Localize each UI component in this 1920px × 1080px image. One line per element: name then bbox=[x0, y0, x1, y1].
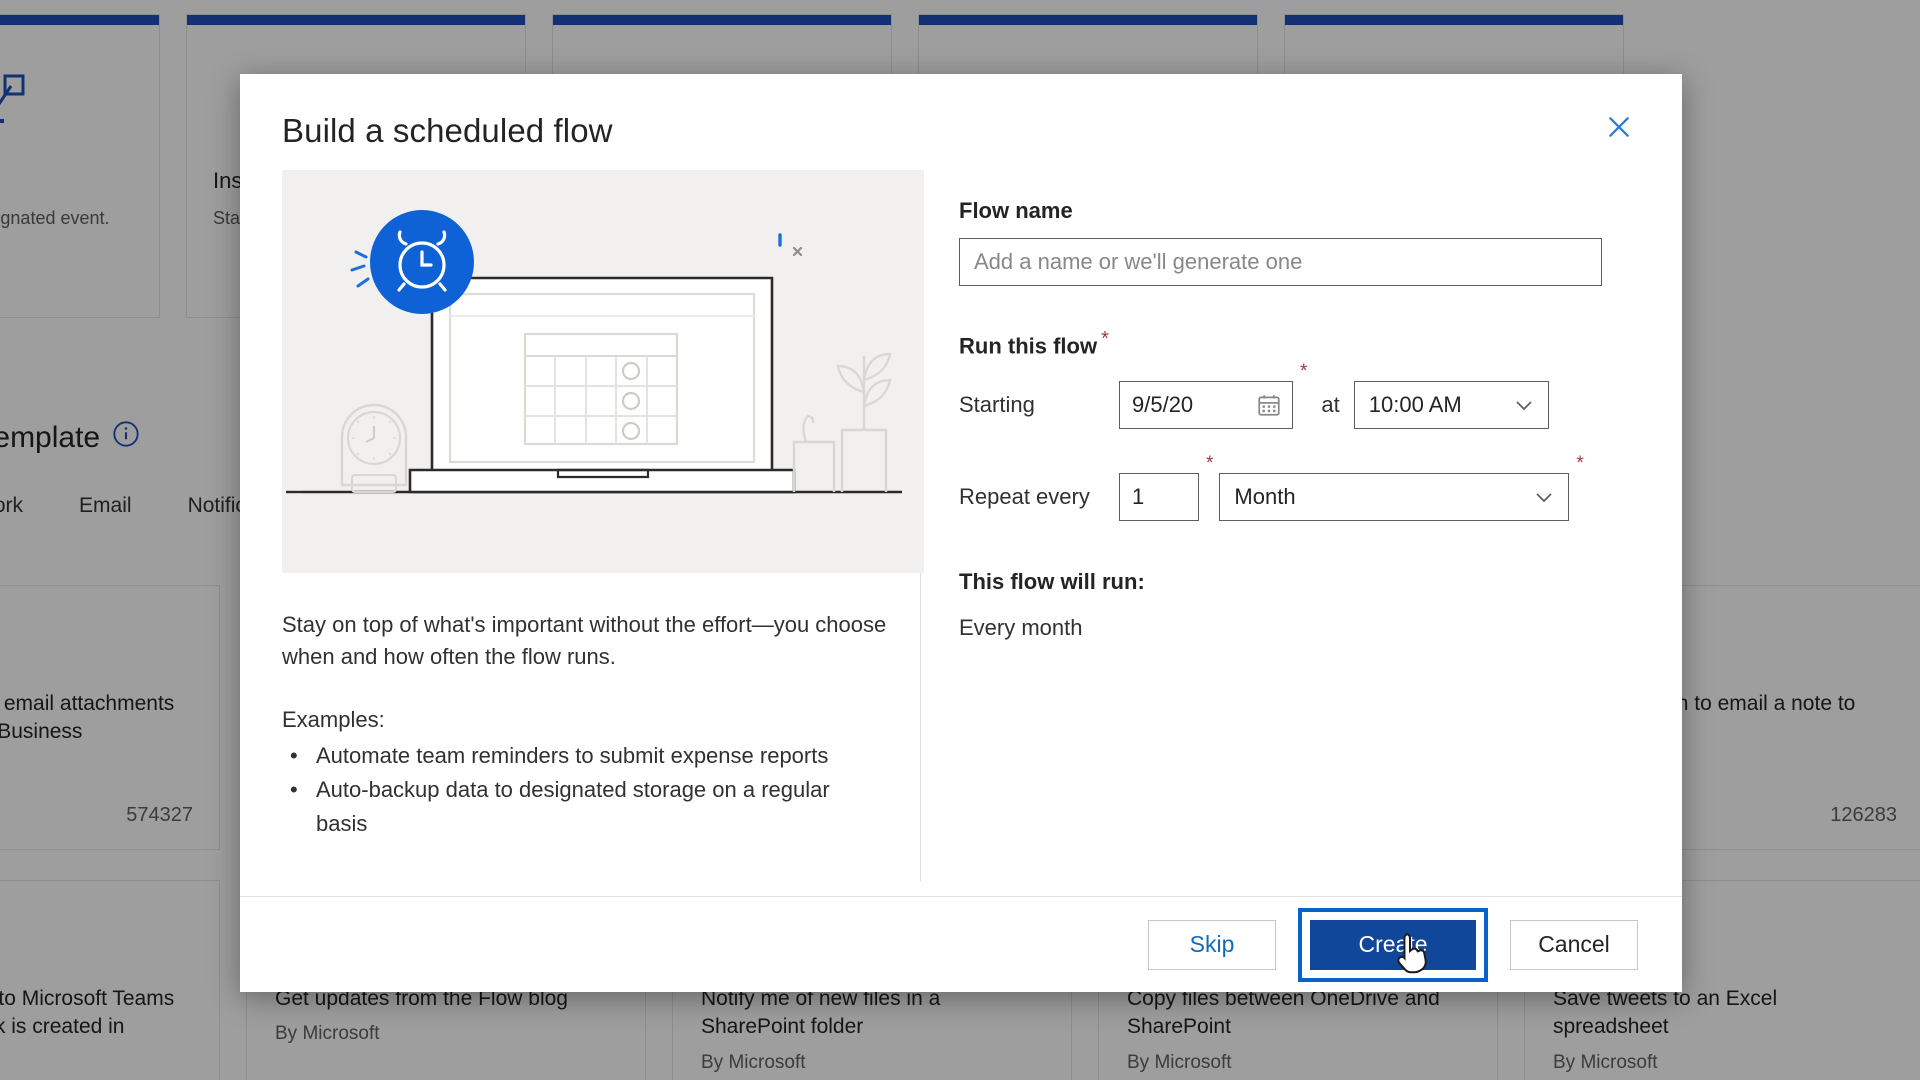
required-asterisk: * bbox=[1206, 453, 1214, 475]
time-select[interactable]: 10:00 AM bbox=[1353, 381, 1549, 430]
repeat-unit-select[interactable]: Month bbox=[1219, 473, 1570, 522]
chevron-down-icon bbox=[1532, 485, 1556, 509]
close-icon[interactable] bbox=[1592, 100, 1646, 154]
run-this-flow-label: Run this flow * bbox=[959, 328, 1634, 359]
dialog-header: Build a scheduled flow bbox=[240, 74, 1682, 170]
list-item: Automate team reminders to submit expens… bbox=[290, 739, 878, 773]
starting-date-input[interactable]: 9/5/20 bbox=[1119, 381, 1293, 430]
repeat-every-label: Repeat every bbox=[959, 484, 1090, 510]
examples-list: Automate team reminders to submit expens… bbox=[282, 739, 878, 841]
chevron-down-icon bbox=[1512, 393, 1536, 417]
starting-row: Starting 9/5/20 * at 10:00 AM bbox=[959, 361, 1634, 430]
required-asterisk: * bbox=[1300, 361, 1308, 383]
at-label: at bbox=[1321, 392, 1340, 418]
starting-date-value: 9/5/20 bbox=[1132, 392, 1194, 418]
calendar-icon[interactable] bbox=[1256, 392, 1282, 418]
flow-name-input[interactable] bbox=[959, 238, 1602, 286]
flow-name-label: Flow name bbox=[959, 198, 1073, 223]
run-this-flow-text: Run this flow bbox=[959, 333, 1098, 359]
required-asterisk: * bbox=[1576, 453, 1584, 475]
dialog-description: Stay on top of what's important without … bbox=[282, 612, 887, 669]
dialog-right-pane: Flow name Run this flow* Starting 9/5/20… bbox=[921, 170, 1682, 896]
will-run-label: This flow will run: bbox=[959, 569, 1145, 595]
dialog-body: Stay on top of what's important without … bbox=[240, 170, 1682, 896]
cancel-button[interactable]: Cancel bbox=[1510, 919, 1638, 970]
repeat-every-row: Repeat every * Month * bbox=[959, 453, 1634, 522]
repeat-unit-value: Month bbox=[1234, 484, 1296, 510]
time-select-value: 10:00 AM bbox=[1368, 392, 1462, 418]
repeat-interval-input[interactable] bbox=[1119, 473, 1199, 522]
create-button[interactable]: Create bbox=[1310, 919, 1476, 970]
examples-label: Examples: bbox=[282, 706, 385, 732]
skip-button[interactable]: Skip bbox=[1148, 919, 1276, 970]
build-scheduled-flow-dialog: Build a scheduled flow Stay on top of wh… bbox=[240, 74, 1682, 992]
required-asterisk: * bbox=[1101, 328, 1109, 350]
dialog-title: Build a scheduled flow bbox=[282, 112, 613, 149]
create-button-focus-ring: Create bbox=[1298, 907, 1488, 982]
dialog-left-pane: Stay on top of what's important without … bbox=[240, 170, 924, 896]
dialog-footer: Skip Create Cancel bbox=[240, 896, 1682, 992]
scheduled-flow-illustration bbox=[282, 170, 924, 573]
starting-label: Starting bbox=[959, 392, 1035, 418]
list-item: Auto-backup data to designated storage o… bbox=[290, 773, 878, 841]
will-run-value: Every month bbox=[959, 615, 1083, 641]
